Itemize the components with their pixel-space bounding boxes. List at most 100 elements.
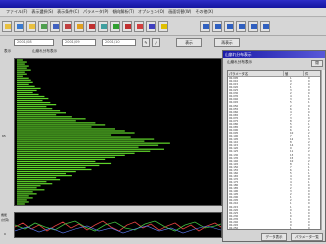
grid5-button[interactable] xyxy=(248,21,258,32)
parameter-list-button[interactable]: パラメータ一覧 xyxy=(291,233,323,241)
histogram-bar xyxy=(17,189,45,191)
histogram-bar xyxy=(17,85,35,87)
data-display-button[interactable]: データ表示 xyxy=(261,233,287,241)
export-button[interactable] xyxy=(86,21,96,32)
graph-button[interactable] xyxy=(122,21,132,32)
menu-view-select[interactable]: 表示選択(S) xyxy=(31,9,53,15)
histogram-bar xyxy=(17,150,151,152)
search-button[interactable] xyxy=(74,21,84,32)
histogram-bar xyxy=(17,181,47,183)
histogram-bar xyxy=(17,185,41,187)
menu-parameter[interactable]: パラメータ(P) xyxy=(83,9,108,15)
histogram-bar xyxy=(17,136,131,138)
histogram-panel xyxy=(14,58,222,206)
histogram-bar xyxy=(17,164,100,167)
export-icon xyxy=(89,24,95,29)
filter-button[interactable] xyxy=(62,21,72,32)
histogram-bar xyxy=(17,73,27,75)
histogram-bar xyxy=(17,67,27,69)
menu-other[interactable]: その他(X) xyxy=(195,9,213,15)
arrow-right-button[interactable] xyxy=(158,21,168,32)
save-button[interactable] xyxy=(14,21,24,32)
help-button[interactable] xyxy=(260,21,270,32)
save-icon xyxy=(17,24,23,29)
toolbar xyxy=(0,18,326,36)
histogram-bar xyxy=(17,79,31,81)
map-icon xyxy=(101,24,107,29)
wave-axis-mid: (計算) xyxy=(1,218,10,222)
row-name: 00-250 xyxy=(229,226,239,230)
histogram-bar xyxy=(17,69,31,71)
monitor-icon xyxy=(227,24,233,29)
histogram-bar xyxy=(17,91,33,94)
print-button[interactable] xyxy=(38,21,48,32)
histogram-bar xyxy=(17,152,135,154)
grid2-button[interactable] xyxy=(200,21,210,32)
grid3-button[interactable] xyxy=(212,21,222,32)
distribution-dialog: 山崩れ分布表示 山崩れ分布表示 閉 パラメータ名 値 件 00-005 1 0 00-… xyxy=(222,50,326,242)
histogram-bar xyxy=(17,104,57,106)
table-scrollbar[interactable] xyxy=(321,70,325,230)
histogram-bar xyxy=(17,101,51,104)
grid4-icon xyxy=(239,24,245,29)
y-axis: 65 xyxy=(0,58,14,206)
grid-icon xyxy=(137,24,143,29)
histogram-bar xyxy=(17,162,112,165)
title-bar xyxy=(0,0,326,8)
histogram-bar xyxy=(17,177,57,179)
pencil-button[interactable]: ✎ xyxy=(142,38,150,47)
histogram-bar xyxy=(17,116,72,118)
histogram-bar xyxy=(17,156,115,158)
redisplay-button[interactable]: 再表示 xyxy=(214,38,240,47)
menu-window[interactable]: 画面切替(W) xyxy=(168,9,191,15)
grid-button[interactable] xyxy=(134,21,144,32)
histogram-bar xyxy=(17,166,86,169)
menu-file[interactable]: ファイル(F) xyxy=(6,9,27,15)
row-value: 1 xyxy=(290,226,292,230)
row-count: 0 xyxy=(308,226,310,230)
window-icon xyxy=(149,24,155,29)
histogram-bar xyxy=(17,144,159,146)
map-button[interactable] xyxy=(98,21,108,32)
histogram-bar xyxy=(17,134,112,136)
histogram-bar xyxy=(17,130,125,132)
histogram-bar xyxy=(17,89,37,92)
histogram-bar xyxy=(17,120,76,122)
graph-icon xyxy=(125,24,131,29)
histogram-bar xyxy=(17,81,33,83)
show-button[interactable]: 表示 xyxy=(176,38,202,47)
histogram-bar xyxy=(17,193,37,195)
chart-left-label: 表示 xyxy=(4,49,12,53)
grid4-button[interactable] xyxy=(236,21,246,32)
date-mid-field[interactable]: 2001/09 xyxy=(62,39,96,46)
slash-button[interactable]: / xyxy=(152,38,160,47)
histogram-bar xyxy=(17,183,53,185)
histogram-bar xyxy=(17,146,139,148)
menu-options[interactable]: オプション(O) xyxy=(138,9,164,15)
histogram-bar xyxy=(17,95,45,98)
monitor-button[interactable] xyxy=(224,21,234,32)
histogram-bar xyxy=(17,112,66,114)
folder-button[interactable] xyxy=(26,21,36,32)
date-from-field[interactable]: 2001/08 xyxy=(14,39,54,46)
calc-button[interactable] xyxy=(50,21,60,32)
menu-trend[interactable]: 傾向解析(T) xyxy=(112,9,134,15)
histogram-bar xyxy=(17,195,29,197)
histogram-bar xyxy=(17,128,115,130)
table-button[interactable] xyxy=(110,21,120,32)
histogram-bar xyxy=(17,140,145,142)
date-to-field[interactable]: 2001/10 xyxy=(102,39,136,46)
dialog-close-button[interactable]: 閉 xyxy=(311,60,323,67)
histogram-bar xyxy=(17,174,72,177)
grid3-icon xyxy=(215,24,221,29)
histogram-bar xyxy=(17,172,66,175)
histogram-bar xyxy=(17,179,61,181)
histogram-bar xyxy=(17,203,25,205)
window-button[interactable] xyxy=(146,21,156,32)
menu-view-condition[interactable]: 表示条件(C) xyxy=(57,9,79,15)
menu-bar: ファイル(F) 表示選択(S) 表示条件(C) パラメータ(P) 傾向解析(T)… xyxy=(0,8,326,17)
histogram-bar xyxy=(17,170,76,173)
open-button[interactable] xyxy=(2,21,12,32)
histogram-bar xyxy=(17,187,37,189)
table-row[interactable]: 00-250 1 0 xyxy=(228,226,320,230)
